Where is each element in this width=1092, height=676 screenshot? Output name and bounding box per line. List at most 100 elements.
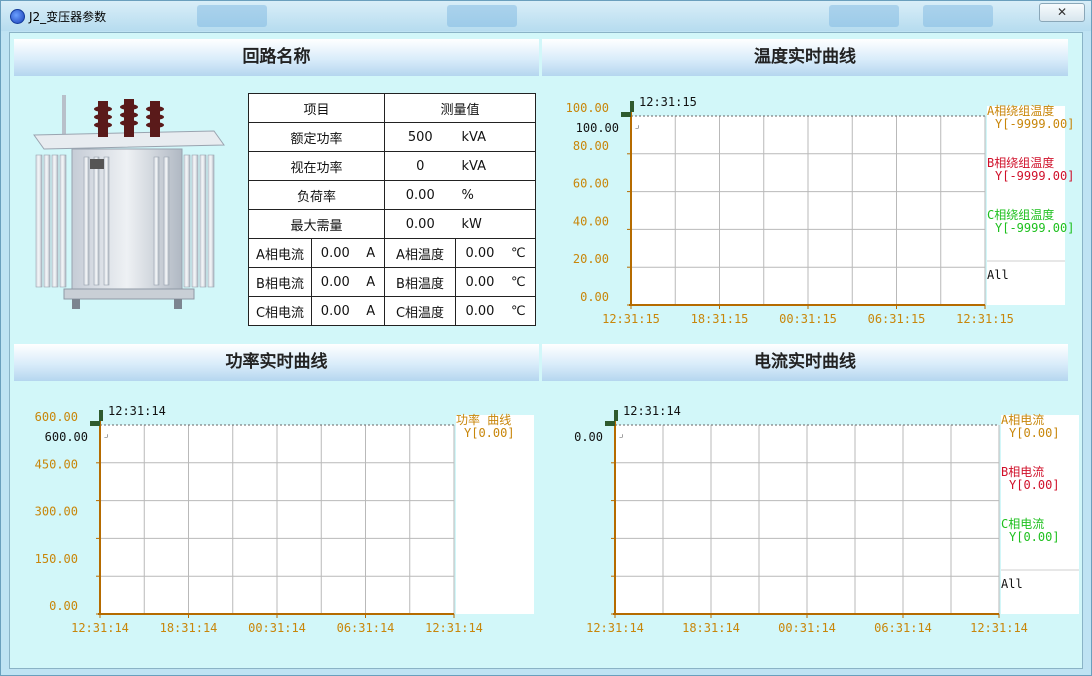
cursor-marker — [99, 410, 103, 421]
title-bar[interactable]: J2_变压器参数 ✕ — [1, 1, 1091, 31]
x-tick-label: 12:31:15 — [602, 312, 660, 326]
column-header-value: 测量值 — [385, 94, 536, 123]
power-chart[interactable]: 600.00450.00300.00150.000.0012:31:1418:3… — [26, 398, 538, 638]
transformer-image — [24, 95, 234, 315]
x-tick-label: 00:31:14 — [778, 621, 836, 635]
y-tick-label: 150.00 — [35, 552, 78, 566]
phase-temp-value: 0.00 ℃ — [456, 297, 536, 326]
x-tick-label: 06:31:14 — [874, 621, 932, 635]
row-value: 0.00 — [385, 210, 456, 239]
table-row: 负荷率 0.00 % — [249, 181, 536, 210]
x-tick-label: 18:31:14 — [160, 621, 218, 635]
cursor-time-label: 12:31:14 — [108, 404, 166, 418]
row-unit: kVA — [456, 123, 536, 152]
column-header-item: 项目 — [249, 94, 385, 123]
legend-series-name: 功率 曲线 — [456, 412, 511, 427]
row-unit: % — [456, 181, 536, 210]
phase-current-value: 0.00 A — [312, 268, 385, 297]
row-value: 0 — [385, 152, 456, 181]
cursor-marker — [605, 421, 615, 426]
legend-series-readout: Y[-9999.00] — [995, 169, 1074, 183]
x-tick-label: 12:31:15 — [956, 312, 1014, 326]
legend-series-readout: Y[0.00] — [1009, 530, 1060, 544]
row-value: 500 — [385, 123, 456, 152]
x-tick-label: 12:31:14 — [970, 621, 1028, 635]
temp-chart-header: 温度实时曲线 — [542, 39, 1068, 76]
x-tick-label: 12:31:14 — [71, 621, 129, 635]
y-tick-label: 40.00 — [573, 214, 609, 228]
phase-temp-label: C相温度 — [385, 297, 456, 326]
table-header-row: 项目 测量值 — [249, 94, 536, 123]
cursor-time-label: 12:31:15 — [639, 95, 697, 109]
legend-panel — [456, 415, 534, 614]
cursor-time-label: 12:31:14 — [623, 404, 681, 418]
close-button[interactable]: ✕ — [1039, 3, 1085, 22]
phase-current-label: A相电流 — [249, 239, 312, 268]
circuit-name-header: 回路名称 — [14, 39, 539, 76]
y-tick-label: 100.00 — [566, 101, 609, 115]
phase-temp-label: A相温度 — [385, 239, 456, 268]
y-tick-label: 600.00 — [35, 410, 78, 424]
legend-series-name: C相电流 — [1001, 517, 1044, 531]
row-label: 负荷率 — [249, 181, 385, 210]
legend-series-name: B相电流 — [1001, 465, 1044, 479]
phase-temp-label: B相温度 — [385, 268, 456, 297]
row-label: 最大需量 — [249, 210, 385, 239]
legend-series-readout: Y[-9999.00] — [995, 221, 1074, 235]
x-tick-label: 18:31:14 — [682, 621, 740, 635]
y-tick-label: 20.00 — [573, 252, 609, 266]
y-tick-label: 450.00 — [35, 457, 78, 471]
cursor-marker — [90, 421, 100, 426]
cursor-value-label: 100.00 — [576, 121, 619, 135]
row-value: 0.00 — [385, 181, 456, 210]
current-chart[interactable]: 12:31:14 18:31:14 00:31:14 06:31:14 12:31:14… — [555, 398, 1083, 638]
table-row: 视在功率 0 kVA — [249, 152, 536, 181]
cursor-marker — [614, 410, 618, 421]
row-unit: kVA — [456, 152, 536, 181]
legend-all-option: All — [987, 268, 1009, 282]
app-icon — [10, 9, 25, 24]
window-title: J2_变压器参数 — [29, 8, 106, 25]
legend-series-readout: Y[0.00] — [464, 426, 515, 440]
y-tick-label: 0.00 — [580, 290, 609, 304]
phase-current-label: C相电流 — [249, 297, 312, 326]
phase-temp-value: 0.00 ℃ — [456, 268, 536, 297]
x-tick-label: 18:31:15 — [691, 312, 749, 326]
x-tick-label: 12:31:14 — [586, 621, 644, 635]
legend-series-readout: Y[0.00] — [1009, 426, 1060, 440]
legend-series-readout: Y[0.00] — [1009, 478, 1060, 492]
power-chart-header: 功率实时曲线 — [14, 344, 539, 381]
cursor-marker — [630, 101, 634, 112]
phase-current-value: 0.00 A — [312, 239, 385, 268]
row-label: 额定功率 — [249, 123, 385, 152]
x-tick-label: 00:31:14 — [248, 621, 306, 635]
cursor-corner-glyph: ⌟ — [103, 429, 109, 440]
main-window: J2_变压器参数 ✕ 回路名称 温度实时曲线 功率实时曲线 电流实时曲线 — [0, 0, 1092, 676]
background-button-ghost — [923, 5, 993, 27]
legend-series-readout: Y[-9999.00] — [995, 117, 1074, 131]
table-row: 额定功率 500 kVA — [249, 123, 536, 152]
x-tick-label: 06:31:15 — [868, 312, 926, 326]
table-row: A相电流 0.00 A A相温度 0.00 ℃ — [249, 239, 536, 268]
background-button-ghost — [197, 5, 267, 27]
parameters-table: 项目 测量值 额定功率 500 kVA 视在功率 0 kVA 负荷率 0.00 … — [248, 93, 536, 326]
row-label: 视在功率 — [249, 152, 385, 181]
cursor-marker — [621, 112, 631, 117]
background-button-ghost — [829, 5, 899, 27]
cursor-corner-glyph: ⌟ — [634, 120, 640, 131]
legend-series-name: C相绕组温度 — [987, 207, 1054, 222]
legend-series-name: B相绕组温度 — [987, 155, 1054, 170]
close-icon: ✕ — [1057, 5, 1067, 19]
background-button-ghost — [447, 5, 517, 27]
x-tick-label: 00:31:15 — [779, 312, 837, 326]
y-tick-label: 0.00 — [49, 599, 78, 613]
table-row: 最大需量 0.00 kW — [249, 210, 536, 239]
cursor-corner-glyph: ⌟ — [618, 429, 624, 440]
table-row: B相电流 0.00 A B相温度 0.00 ℃ — [249, 268, 536, 297]
temp-chart[interactable]: 100.0080.0060.0040.0020.000.0012:31:1518… — [555, 89, 1083, 329]
current-chart-header: 电流实时曲线 — [542, 344, 1068, 381]
row-unit: kW — [456, 210, 536, 239]
table-row: C相电流 0.00 A C相温度 0.00 ℃ — [249, 297, 536, 326]
phase-temp-value: 0.00 ℃ — [456, 239, 536, 268]
x-tick-label: 06:31:14 — [337, 621, 395, 635]
